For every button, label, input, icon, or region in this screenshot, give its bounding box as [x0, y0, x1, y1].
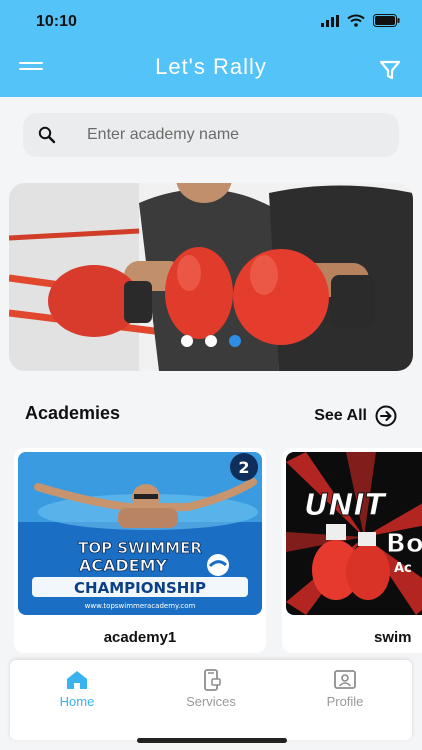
battery-icon	[373, 14, 400, 27]
signal-icon	[321, 14, 339, 27]
academy-card-image: 2 TOP SWIMMER ACADEMY CHAMPIONSHIP www.t…	[18, 452, 262, 615]
arrow-right-circle-icon	[375, 405, 397, 427]
carousel-dot[interactable]	[205, 335, 217, 347]
poster-line2: ACADEMY	[79, 556, 168, 575]
poster-badge: 2	[238, 458, 249, 477]
swimmer-poster-image: 2 TOP SWIMMER ACADEMY CHAMPIONSHIP www.t…	[18, 452, 262, 615]
search-icon	[38, 126, 56, 144]
phone-icon	[204, 669, 221, 691]
tab-services-label: Services	[186, 694, 236, 709]
tab-profile-label: Profile	[326, 694, 364, 709]
banner-carousel[interactable]	[9, 183, 413, 371]
app-header: Let's Rally	[0, 44, 422, 97]
status-time: 10:10	[36, 13, 77, 30]
carousel-dots	[9, 335, 413, 347]
carousel-dot-active[interactable]	[229, 335, 241, 347]
tab-profile[interactable]: Profile	[278, 660, 412, 740]
see-all-label: See All	[314, 407, 367, 424]
poster-line2: Bo	[386, 529, 422, 559]
carousel-dot[interactable]	[181, 335, 193, 347]
bottom-tab-bar: Home Services Profile	[10, 660, 412, 740]
see-all-button[interactable]: See All	[314, 405, 397, 427]
poster-line1: TOP SWIMMER	[78, 539, 202, 557]
boxing-poster-image: UNIT Bo Ac	[286, 452, 422, 615]
academy-card-label: academy1	[103, 629, 177, 646]
tab-home[interactable]: Home	[10, 660, 144, 740]
poster-url: www.topswimmeracademy.com	[85, 602, 196, 610]
search-input[interactable]	[87, 113, 387, 157]
academy-card[interactable]: 2 TOP SWIMMER ACADEMY CHAMPIONSHIP www.t…	[14, 448, 266, 653]
status-icons	[321, 14, 400, 27]
search-box	[23, 113, 399, 157]
filter-button[interactable]	[378, 58, 402, 82]
academy-card-image: UNIT Bo Ac	[286, 452, 422, 615]
wifi-icon	[347, 14, 365, 27]
home-indicator	[137, 738, 287, 743]
home-icon	[67, 671, 87, 689]
poster-line3: Ac	[394, 561, 412, 576]
profile-icon	[334, 670, 356, 689]
status-bar: 10:10	[0, 0, 422, 44]
filter-icon	[379, 60, 401, 80]
tab-services[interactable]: Services	[144, 660, 278, 740]
tab-home-label: Home	[59, 694, 95, 709]
page-title: Let's Rally	[155, 54, 267, 79]
poster-line3: CHAMPIONSHIP	[74, 579, 206, 597]
academy-card[interactable]: UNIT Bo Ac swim	[282, 448, 422, 653]
poster-line1: UNIT	[304, 488, 388, 523]
academy-card-label: swim	[374, 629, 412, 646]
academies-title: Academies	[25, 403, 121, 423]
